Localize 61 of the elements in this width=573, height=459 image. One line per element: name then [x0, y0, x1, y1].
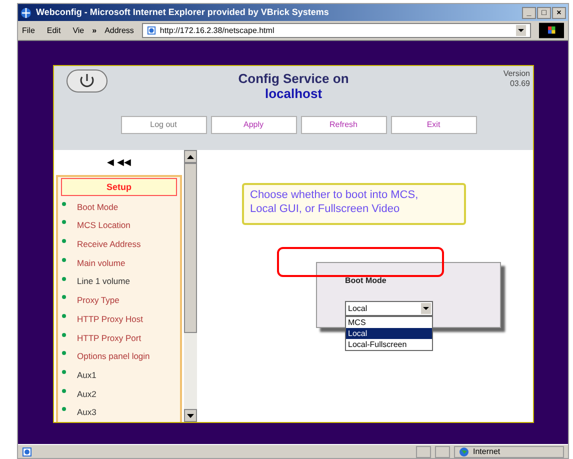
nav-item[interactable]: Receive Address: [77, 238, 141, 251]
nav-item[interactable]: Line 1 volume: [77, 275, 130, 288]
address-label: Address: [104, 24, 134, 36]
header-button[interactable]: Apply: [210, 116, 296, 134]
address-field[interactable]: http://172.16.2.38/netscape.html: [142, 23, 531, 38]
bullet-icon: [62, 351, 66, 356]
scrollbar[interactable]: [184, 150, 197, 422]
globe-icon: [459, 446, 469, 456]
header-button[interactable]: Refresh: [300, 116, 386, 134]
menu-item[interactable]: Vie: [72, 24, 84, 36]
nav-item[interactable]: HTTP Proxy Port: [77, 332, 142, 344]
bullet-icon: [62, 202, 66, 206]
page-icon: [22, 446, 32, 456]
nav-item[interactable]: Main volume: [77, 256, 126, 270]
bullet-icon: [62, 220, 66, 224]
page-icon: [146, 26, 156, 35]
back-arrow-button[interactable]: ◀: [107, 156, 114, 170]
bullet-icon: [62, 258, 66, 262]
browser-icon: [20, 6, 32, 18]
hint-box: Choose whether to boot into MCS, Local GUI, or Fullscreen Video: [242, 183, 466, 225]
version-number: 03.69: [510, 79, 530, 89]
dropdown-option[interactable]: MCS: [346, 317, 432, 328]
menu-item[interactable]: File: [22, 24, 35, 36]
minimize-button[interactable]: _: [522, 6, 536, 18]
window-title: Webconfig - Microsoft Internet Explorer provided by VBrick Systems: [36, 6, 329, 19]
boot-mode-dropdown[interactable]: Local: [345, 301, 433, 316]
menu-item[interactable]: Edit: [46, 24, 61, 36]
header-button[interactable]: Exit: [390, 116, 476, 134]
dropdown-option[interactable]: Local-Fullscreen: [346, 339, 432, 350]
nav-item[interactable]: Options panel login: [77, 350, 150, 363]
bullet-icon: [62, 332, 66, 337]
close-button[interactable]: ×: [552, 6, 566, 18]
bullet-icon: [62, 239, 66, 244]
nav-item[interactable]: Aux2: [77, 388, 96, 400]
section-header: Setup: [61, 178, 177, 196]
page-title: Config Service on: [238, 71, 349, 86]
version-label: Version: [503, 69, 530, 79]
dropdown-option[interactable]: Local: [346, 328, 432, 339]
bullet-icon: [62, 295, 66, 300]
nav-item[interactable]: Aux3: [77, 406, 96, 420]
chevron-button[interactable]: »: [92, 24, 97, 36]
power-button[interactable]: [66, 69, 108, 93]
windows-logo-icon: [538, 22, 564, 39]
bullet-icon: [62, 388, 66, 393]
scroll-up-icon[interactable]: [187, 154, 194, 158]
nav-item[interactable]: Aux1: [77, 368, 96, 382]
field-label: Boot Mode: [345, 275, 386, 287]
back-arrow-button[interactable]: ◀◀: [117, 156, 131, 170]
maximize-button[interactable]: □: [537, 6, 551, 18]
nav-item[interactable]: Boot Mode: [77, 200, 118, 214]
bullet-icon: [62, 314, 66, 318]
nav-item[interactable]: HTTP Proxy Host: [77, 312, 143, 326]
nav-item[interactable]: MCS Location: [77, 219, 130, 232]
bullet-icon: [62, 407, 66, 412]
zone-label: Internet: [473, 446, 500, 458]
host-name: localhost: [264, 86, 322, 101]
nav-item[interactable]: Proxy Type: [77, 294, 120, 307]
scroll-down-icon[interactable]: [187, 414, 194, 418]
bullet-icon: [62, 276, 66, 280]
bullet-icon: [62, 370, 66, 374]
scroll-thumb[interactable]: [184, 163, 197, 333]
